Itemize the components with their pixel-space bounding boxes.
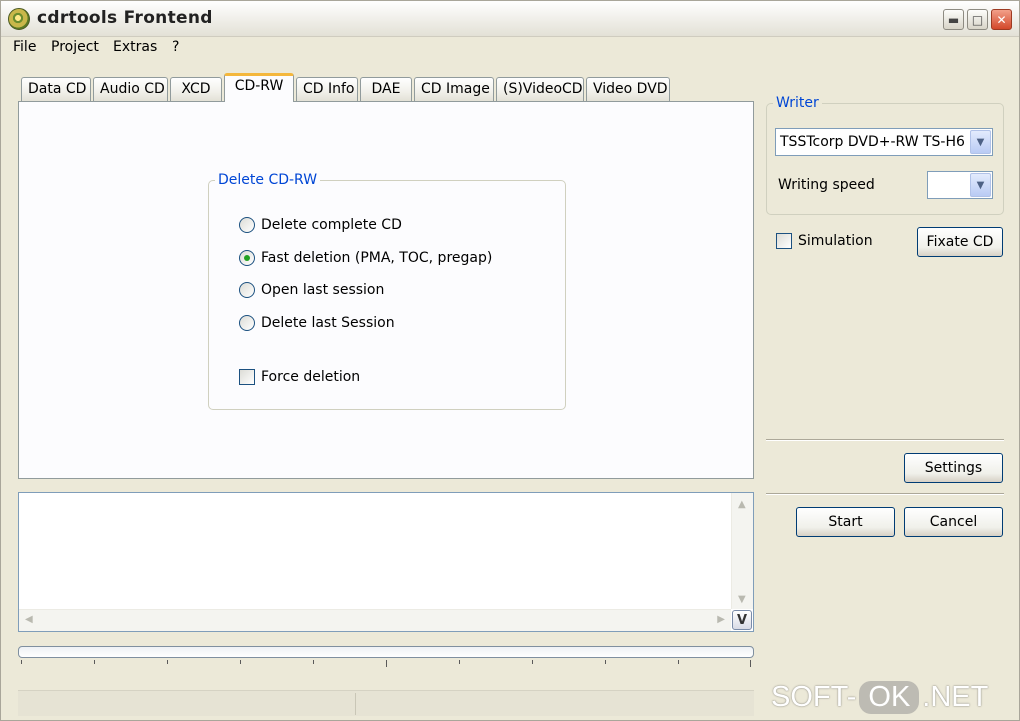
progress-ticks [18, 660, 754, 668]
cancel-button[interactable]: Cancel [904, 507, 1003, 537]
checkbox-label: Force deletion [261, 369, 361, 385]
radio-label: Delete complete CD [261, 217, 402, 233]
radio-button-selected[interactable] [239, 250, 255, 266]
scroll-left-icon[interactable]: ◀ [25, 614, 33, 625]
vertical-scrollbar[interactable]: ▲ ▼ [731, 493, 753, 609]
separator [766, 439, 1004, 441]
writer-device-select[interactable]: TSSTcorp DVD+-RW TS-H6 ▼ [775, 128, 993, 156]
cd-rw-tab-page: Delete CD-RW Delete complete CD Fast del… [18, 101, 754, 479]
radio-open-last-session[interactable]: Open last session [239, 282, 384, 298]
checkbox[interactable] [776, 233, 792, 249]
window-title: cdrtools Frontend [37, 8, 213, 28]
tab-cd-image[interactable]: CD Image [414, 77, 494, 101]
progress-bar [18, 646, 754, 658]
tab-dae[interactable]: DAE [360, 77, 412, 101]
status-bar [18, 690, 754, 716]
tick [21, 660, 22, 664]
scroll-up-icon[interactable]: ▲ [738, 499, 746, 510]
tick [386, 660, 387, 667]
maximize-icon: □ [971, 12, 984, 27]
scroll-right-icon[interactable]: ▶ [717, 614, 725, 625]
radio-delete-last-session[interactable]: Delete last Session [239, 315, 395, 331]
separator [766, 493, 1004, 495]
tick [532, 660, 533, 664]
force-deletion-checkbox[interactable]: Force deletion [239, 369, 360, 385]
watermark-badge: OK [859, 680, 920, 714]
menu-file[interactable]: File [13, 39, 36, 55]
radio-fast-deletion[interactable]: Fast deletion (PMA, TOC, pregap) [239, 250, 492, 266]
radio-label: Fast deletion (PMA, TOC, pregap) [261, 250, 493, 266]
radio-label: Delete last Session [261, 315, 395, 331]
log-toggle-button[interactable]: V [732, 610, 752, 630]
title-bar[interactable]: cdrtools Frontend ▬ □ ✕ [1, 1, 1019, 37]
tick [94, 660, 95, 664]
close-button[interactable]: ✕ [991, 9, 1012, 30]
app-window: cdrtools Frontend ▬ □ ✕ File Project Ext… [0, 0, 1020, 721]
fixate-cd-button[interactable]: Fixate CD [917, 227, 1003, 257]
chevron-down-icon[interactable]: ▼ [970, 173, 991, 197]
watermark-right: .NET [922, 680, 989, 713]
tick [459, 660, 460, 664]
menu-help[interactable]: ? [172, 39, 179, 55]
maximize-button[interactable]: □ [967, 9, 988, 30]
cd-disc-icon [8, 8, 30, 30]
tab-data-cd[interactable]: Data CD [21, 77, 91, 101]
radio-button[interactable] [239, 315, 255, 331]
tick [167, 660, 168, 664]
log-output[interactable]: ▲ ▼ ◀ ▶ V [18, 492, 754, 632]
tick [313, 660, 314, 664]
chevron-down-icon[interactable]: ▼ [970, 130, 991, 154]
settings-button[interactable]: Settings [904, 453, 1003, 483]
watermark-left: SOFT- [771, 680, 857, 713]
close-icon: ✕ [996, 12, 1007, 27]
tab-audio-cd[interactable]: Audio CD [93, 77, 168, 101]
horizontal-scrollbar[interactable]: ◀ ▶ [19, 609, 731, 631]
writer-device-value: TSSTcorp DVD+-RW TS-H6 [780, 134, 965, 150]
tick [605, 660, 606, 664]
status-divider [355, 693, 356, 715]
radio-button[interactable] [239, 217, 255, 233]
writer-legend: Writer [776, 95, 819, 111]
menu-project[interactable]: Project [51, 39, 99, 55]
group-legend: Delete CD-RW [218, 172, 318, 188]
start-button[interactable]: Start [796, 507, 895, 537]
tick [240, 660, 241, 664]
scroll-down-icon[interactable]: ▼ [738, 594, 746, 605]
writing-speed-label: Writing speed [778, 177, 875, 193]
checkbox-label: Simulation [798, 233, 873, 249]
minimize-button[interactable]: ▬ [943, 9, 964, 30]
tab-xcd[interactable]: XCD [170, 77, 222, 101]
menu-bar: File Project Extras ? [1, 37, 1019, 59]
tab-cd-rw[interactable]: CD-RW [224, 73, 294, 102]
radio-button[interactable] [239, 282, 255, 298]
tick [678, 660, 679, 664]
tab-svideocd[interactable]: (S)VideoCD [496, 77, 584, 101]
minimize-icon: ▬ [947, 12, 960, 27]
tab-video-dvd[interactable]: Video DVD [586, 77, 670, 101]
radio-label: Open last session [261, 282, 385, 298]
menu-extras[interactable]: Extras [113, 39, 157, 55]
watermark: SOFT- OK .NET [771, 677, 988, 717]
tab-cd-info[interactable]: CD Info [296, 77, 358, 101]
checkbox[interactable] [239, 369, 255, 385]
tick [750, 660, 751, 667]
writing-speed-select[interactable]: ▼ [927, 171, 993, 199]
radio-delete-complete-cd[interactable]: Delete complete CD [239, 217, 402, 233]
simulation-checkbox[interactable]: Simulation [776, 233, 873, 249]
